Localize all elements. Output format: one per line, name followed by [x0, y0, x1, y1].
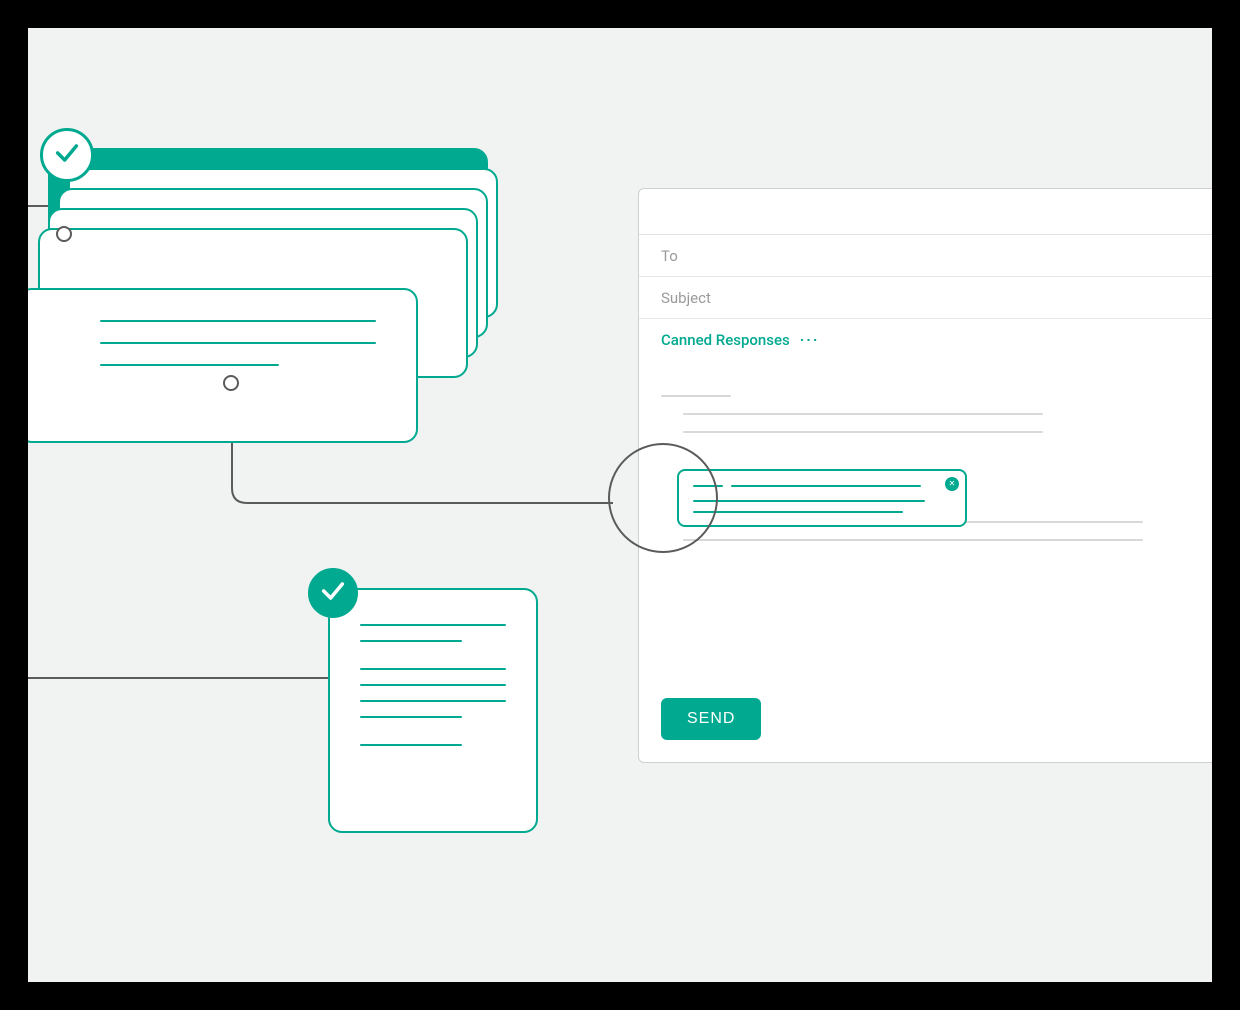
- template-card-stack: [28, 148, 508, 448]
- placeholder-line: [100, 320, 376, 322]
- subject-field-row[interactable]: Subject: [639, 277, 1212, 319]
- placeholder-line: [100, 364, 279, 366]
- checkmark-badge: [40, 128, 94, 182]
- connector-node: [56, 226, 72, 242]
- connector-node: [223, 375, 239, 391]
- placeholder-line: [360, 700, 506, 702]
- placeholder-line: [683, 413, 1043, 415]
- subject-label: Subject: [661, 289, 711, 307]
- placeholder-line: [360, 744, 462, 746]
- document-card: [328, 588, 538, 833]
- placeholder-line: [693, 500, 925, 502]
- canned-responses-label: Canned Responses: [661, 331, 790, 349]
- placeholder-line: [731, 485, 921, 487]
- diagram-canvas: To Subject Canned Responses ···: [28, 28, 1212, 982]
- placeholder-line: [683, 539, 1143, 541]
- checkmark-icon: [53, 139, 81, 171]
- placeholder-line: [360, 684, 506, 686]
- placeholder-line: [360, 640, 462, 642]
- composer-toolbar: [639, 189, 1212, 235]
- send-button[interactable]: SEND: [661, 698, 761, 740]
- template-card-front: [28, 288, 418, 443]
- placeholder-line: [693, 511, 903, 513]
- composer-body[interactable]: [639, 361, 1212, 680]
- placeholder-line: [100, 342, 376, 344]
- placeholder-line: [360, 716, 462, 718]
- checkmark-icon: [319, 577, 347, 609]
- to-label: To: [661, 247, 678, 265]
- placeholder-line: [661, 395, 731, 397]
- canned-responses-toggle[interactable]: Canned Responses ···: [639, 319, 1212, 361]
- placeholder-line: [683, 431, 1043, 433]
- checkmark-badge: [308, 568, 358, 618]
- email-composer: To Subject Canned Responses ···: [638, 188, 1212, 763]
- placeholder-line: [360, 624, 506, 626]
- composer-footer: SEND: [639, 680, 1212, 762]
- more-icon: ···: [800, 331, 820, 349]
- placeholder-line: [360, 668, 506, 670]
- to-field-row[interactable]: To: [639, 235, 1212, 277]
- inserted-canned-response[interactable]: [677, 469, 967, 527]
- remove-canned-response-button[interactable]: [945, 477, 959, 491]
- magnifier-circle: [608, 443, 718, 553]
